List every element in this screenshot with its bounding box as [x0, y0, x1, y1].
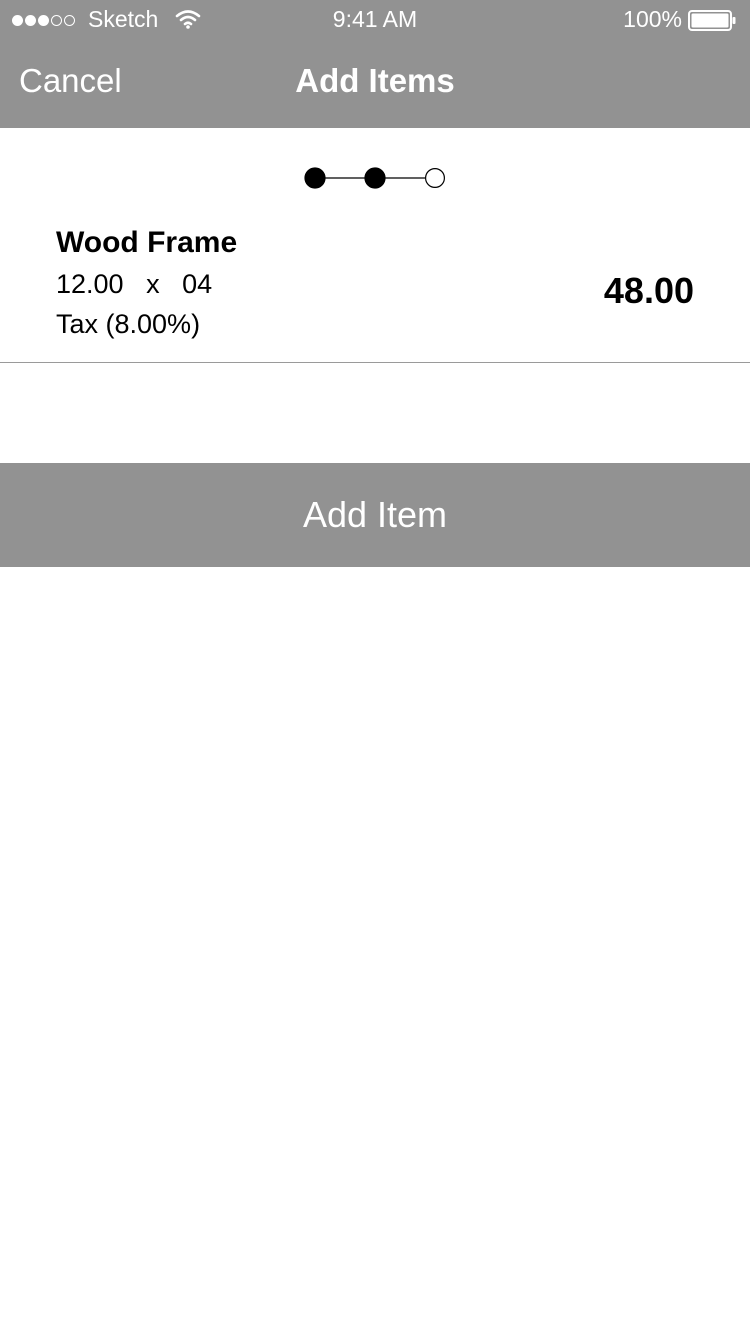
step-pending-dot [424, 168, 445, 188]
header: Sketch 9:41 AM 100% Cancel Add Items [0, 0, 750, 128]
add-item-button[interactable]: Add Item [0, 463, 750, 567]
navigation-bar: Cancel Add Items [0, 40, 750, 128]
list-item[interactable]: Wood Frame 12.00 x 04 Tax (8.00%) 48.00 [0, 222, 750, 363]
item-name: Wood Frame [56, 226, 238, 259]
battery-percent: 100% [623, 6, 682, 32]
step-completed-dot [304, 167, 326, 189]
status-bar: Sketch 9:41 AM 100% [0, 0, 750, 40]
item-price-quantity: 12.00 x 04 [56, 269, 213, 299]
item-total: 48.00 [603, 270, 694, 311]
progress-stepper [304, 167, 445, 189]
step-completed-dot [364, 167, 386, 189]
page-title: Add Items [295, 62, 455, 99]
item-tax: Tax (8.00%) [56, 309, 201, 339]
battery-icon [688, 10, 736, 31]
